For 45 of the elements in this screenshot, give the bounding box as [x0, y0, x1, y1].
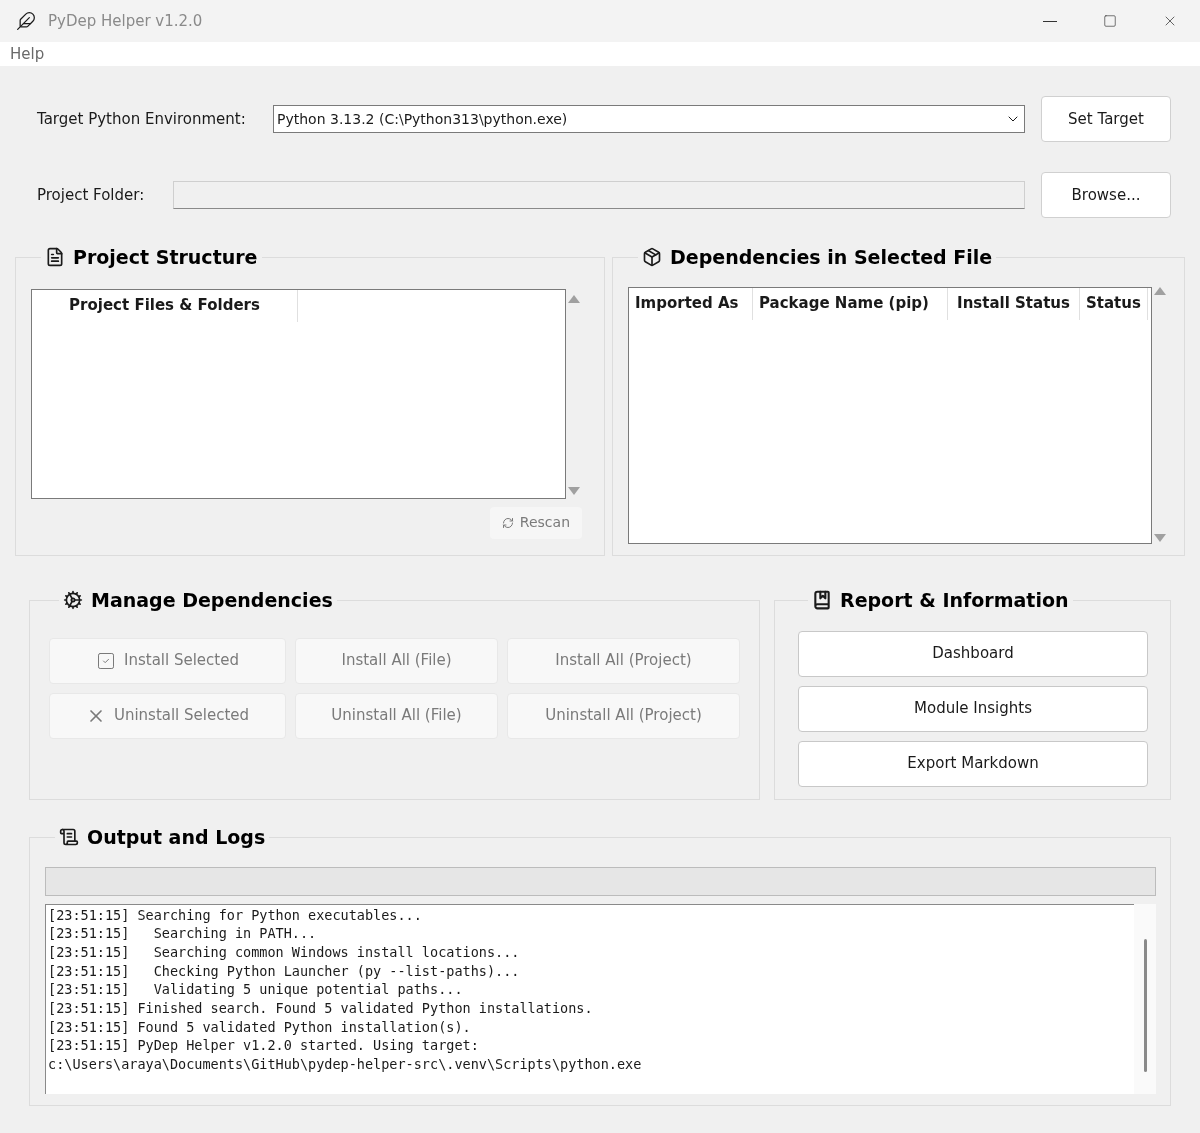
log-line: [23:51:15] Checking Python Launcher (py --list-paths)... [48, 961, 521, 981]
log-line: [23:51:15] PyDep Helper v1.2.0 started. Using target: [48, 1036, 480, 1056]
browse-button[interactable]: Browse... [1041, 172, 1171, 218]
set-target-button[interactable]: Set Target [1041, 96, 1171, 142]
log-line: [23:51:15] Searching for Python executables... [48, 905, 423, 925]
log-line: [23:51:15] Found 5 validated Python installation(s). [48, 1017, 472, 1037]
group-title: Manage Dependencies [91, 588, 333, 613]
log-line: [23:51:15] Searching in PATH... [48, 924, 318, 943]
column-header[interactable]: Project Files & Folders [32, 289, 298, 322]
field-label: Project Folder: [37, 184, 146, 206]
scroll-down-arrow-icon[interactable] [568, 486, 580, 495]
column-header[interactable]: Install Status [948, 287, 1080, 320]
report-button[interactable]: Dashboard [798, 630, 1148, 677]
group-title: Output and Logs [87, 825, 266, 850]
scroll-up-arrow-icon[interactable] [568, 294, 580, 303]
document-icon [45, 247, 65, 268]
column-header[interactable]: Imported As [629, 287, 753, 320]
log-line: [23:51:15] Searching common Windows install locations... [48, 942, 521, 962]
package-icon [642, 247, 662, 268]
menu-item[interactable]: Help [10, 42, 45, 66]
field-label: Target Python Environment: [37, 108, 247, 130]
refresh-icon [501, 516, 514, 529]
log-line: [23:51:15] Validating 5 unique potential paths... [48, 980, 464, 999]
book-icon [812, 590, 832, 611]
report-button[interactable]: Export Markdown [798, 740, 1148, 787]
feather-icon [16, 11, 36, 31]
log-line: [23:51:15] Finished search. Found 5 validated Python installations. [48, 999, 594, 1018]
scroll-icon [59, 827, 79, 848]
window-title: PyDep Helper v1.2.0 [48, 10, 203, 32]
checkbox-icon [96, 650, 116, 671]
minimize-icon [1043, 20, 1057, 22]
group-title: Dependencies in Selected File [670, 245, 993, 270]
group-title: Report & Information [840, 588, 1069, 613]
maximize-icon [1103, 14, 1117, 28]
column-header[interactable]: Status [1080, 287, 1148, 320]
python-select[interactable]: Python 3.13.2 (C:\Python313\python.exe) [273, 105, 1025, 133]
column-header[interactable]: Package Name (pip) [753, 287, 948, 320]
project-folder-field[interactable] [173, 181, 1025, 209]
gear-icon [63, 590, 83, 611]
log-line: c:\Users\araya\Documents\GitHub\pydep-helper-src\.venv\Scripts\python.exe [48, 1055, 643, 1074]
scrollbar-thumb[interactable] [1143, 938, 1147, 1072]
scroll-down-arrow-icon[interactable] [1154, 533, 1166, 542]
report-button[interactable]: Module Insights [798, 685, 1148, 732]
group-title: Project Structure [73, 245, 258, 270]
scroll-up-arrow-icon[interactable] [1154, 286, 1166, 295]
